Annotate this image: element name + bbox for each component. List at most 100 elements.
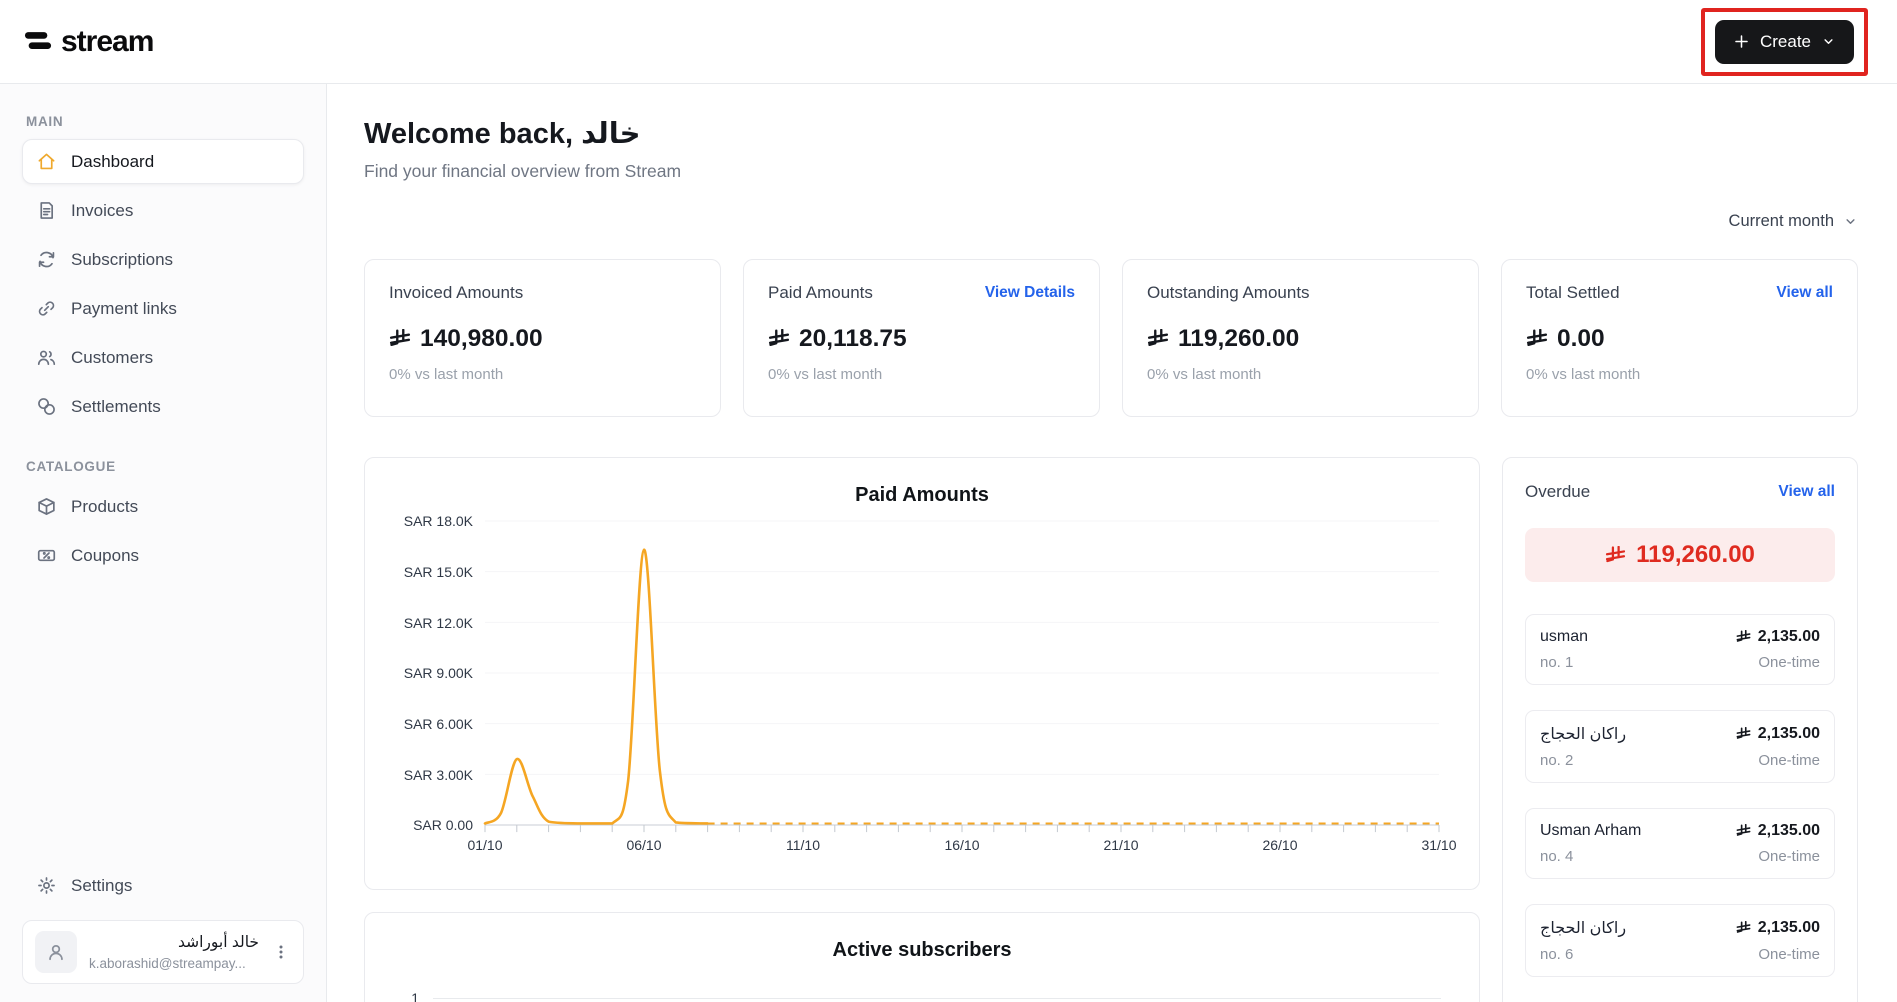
overdue-list-item[interactable]: Usman Arham 2,135.00 no. 4 One-time [1525, 808, 1835, 880]
page-title: Welcome back, خالد [364, 118, 641, 150]
stat-card-amount: 140,980.00 [420, 325, 543, 353]
riyal-currency-icon [1605, 546, 1626, 565]
logo-text: stream [61, 24, 154, 58]
y-axis-tick-label: SAR 6.00K [403, 716, 473, 732]
overdue-total: 119,260.00 [1525, 528, 1835, 583]
invoice-number: no. 4 [1540, 848, 1574, 866]
x-axis-tick-label: 06/10 [626, 837, 662, 854]
sidebar-section-catalogue-label: CATALOGUE [26, 459, 116, 474]
invoice-number: no. 2 [1540, 752, 1574, 770]
sidebar-section-main-label: MAIN [26, 114, 64, 129]
sidebar-item-invoices[interactable]: Invoices [22, 188, 304, 233]
coins-icon [38, 398, 55, 415]
link-icon [38, 301, 55, 316]
overdue-list-item[interactable]: راكان الحجاج 2,135.00 no. 6 One-time [1525, 904, 1835, 978]
chevron-down-icon [1843, 214, 1858, 229]
y-axis-tick-label: SAR 9.00K [403, 665, 473, 682]
sidebar-item-coupons[interactable]: Coupons [22, 533, 304, 578]
stat-card-title: Invoiced Amounts [389, 283, 524, 303]
riyal-currency-icon [1736, 630, 1751, 644]
chevron-down-icon [1821, 34, 1836, 49]
payment-type: One-time [1758, 654, 1820, 672]
overdue-item-amount: 2,135.00 [1757, 628, 1820, 646]
chart-title: Active subscribers [832, 939, 1012, 962]
y-axis-tick-label: SAR 18.0K [403, 513, 473, 530]
overdue-item-amount: 2,135.00 [1757, 822, 1820, 840]
x-axis-tick-label: 11/10 [786, 837, 820, 854]
overdue-list: usman 2,135.00 no. 1 One-time راكان الحج… [1525, 614, 1835, 978]
paid-amounts-chart-card: Paid Amounts SAR 0.00 SAR 3.00K SAR 6.00K S… [364, 457, 1480, 891]
chart-title: Paid Amounts [855, 484, 989, 507]
annotation-highlight: Create [1700, 7, 1868, 76]
riyal-currency-icon [389, 329, 411, 349]
customer-name: usman [1540, 628, 1589, 646]
customer-name: Usman Arham [1540, 822, 1642, 840]
stat-card-amount: 20,118.75 [799, 325, 907, 353]
riyal-currency-icon [1736, 727, 1751, 741]
view-all-link[interactable]: View all [1776, 284, 1833, 302]
sidebar-item-dashboard[interactable]: Dashboard [22, 139, 304, 184]
plus-icon [1735, 35, 1748, 48]
app-logo[interactable]: stream [24, 24, 154, 59]
x-axis-tick-label: 16/10 [944, 837, 980, 854]
sidebar-item-settings[interactable]: Settings [22, 863, 304, 908]
riyal-currency-icon [1736, 824, 1751, 838]
sidebar-item-subscriptions[interactable]: Subscriptions [22, 237, 304, 282]
x-axis-tick-label: 01/10 [467, 837, 503, 854]
overdue-view-all-link[interactable]: View all [1778, 483, 1835, 501]
user-name: خالد أبوراشد [177, 934, 259, 951]
stat-card-title: Paid Amounts [768, 283, 873, 303]
sidebar-item-products[interactable]: Products [22, 484, 304, 529]
user-email: k.aborashid@streampay... [89, 956, 246, 971]
home-icon [38, 153, 55, 170]
overdue-item-amount: 2,135.00 [1757, 919, 1820, 937]
y-axis-tick-label: SAR 3.00K [403, 766, 473, 783]
stat-card-outstanding-amounts: Outstanding Amounts 119,260.00 0% vs las… [1122, 259, 1479, 418]
stat-card-title: Outstanding Amounts [1147, 283, 1310, 303]
x-axis-tick-label: 21/10 [1103, 837, 1139, 854]
sidebar-item-label: Subscriptions [71, 249, 174, 269]
invoice-number: no. 6 [1540, 946, 1574, 964]
stat-card-amount: 0.00 [1557, 325, 1605, 353]
riyal-currency-icon [768, 329, 790, 349]
create-button[interactable]: Create [1714, 19, 1854, 64]
sidebar-item-label: Dashboard [71, 151, 155, 171]
invoice-icon [40, 202, 54, 219]
stat-card-invoiced-amounts: Invoiced Amounts 140,980.00 0% vs last m… [364, 259, 721, 418]
overdue-list-item[interactable]: usman 2,135.00 no. 1 One-time [1525, 614, 1835, 686]
active-subscribers-chart-card: Active subscribers 1 [364, 912, 1480, 1002]
sidebar-item-label: Coupons [71, 545, 140, 565]
top-bar: stream Create [0, 0, 1897, 84]
customer-name: راكان الحجاج [1540, 726, 1627, 744]
coupon-icon [37, 549, 56, 562]
sidebar-item-label: Settlements [71, 396, 161, 416]
sidebar: MAIN Dashboard Invoices Subscriptions Pa… [0, 84, 327, 1002]
payment-type: One-time [1758, 752, 1820, 770]
page-subtitle: Find your financial overview from Stream [364, 161, 682, 182]
person-icon [49, 944, 63, 961]
overdue-card: Overdue View all 119,260.00 usman 2,135.… [1502, 457, 1858, 1002]
y-axis-tick-label: 1 [411, 990, 419, 1002]
sidebar-item-label: Payment links [71, 298, 177, 318]
period-selector[interactable]: Current month [1729, 212, 1858, 231]
user-menu-button[interactable] [271, 939, 291, 965]
stream-logo-icon [24, 28, 52, 55]
sidebar-item-settlements[interactable]: Settlements [22, 384, 304, 429]
sidebar-item-label: Products [71, 496, 139, 516]
overdue-total-amount: 119,260.00 [1636, 541, 1755, 569]
overdue-item-amount: 2,135.00 [1757, 725, 1820, 743]
stat-card-amount: 119,260.00 [1178, 325, 1300, 353]
payment-type: One-time [1758, 848, 1820, 866]
main-content: Welcome back, خالد Find your financial o… [327, 84, 1897, 1002]
people-icon [37, 350, 56, 366]
view-details-link[interactable]: View Details [985, 284, 1075, 302]
stat-card-comparison: 0% vs last month [1147, 366, 1262, 384]
overdue-list-item[interactable]: راكان الحجاج 2,135.00 no. 2 One-time [1525, 710, 1835, 784]
create-button-label: Create [1759, 31, 1811, 51]
stat-card-comparison: 0% vs last month [768, 366, 883, 384]
user-profile[interactable]: خالد أبوراشد k.aborashid@streampay... [22, 920, 304, 984]
sidebar-item-payment-links[interactable]: Payment links [22, 286, 304, 331]
x-axis-tick-label: 31/10 [1421, 837, 1457, 854]
sidebar-item-customers[interactable]: Customers [22, 335, 304, 380]
payment-type: One-time [1758, 946, 1820, 964]
